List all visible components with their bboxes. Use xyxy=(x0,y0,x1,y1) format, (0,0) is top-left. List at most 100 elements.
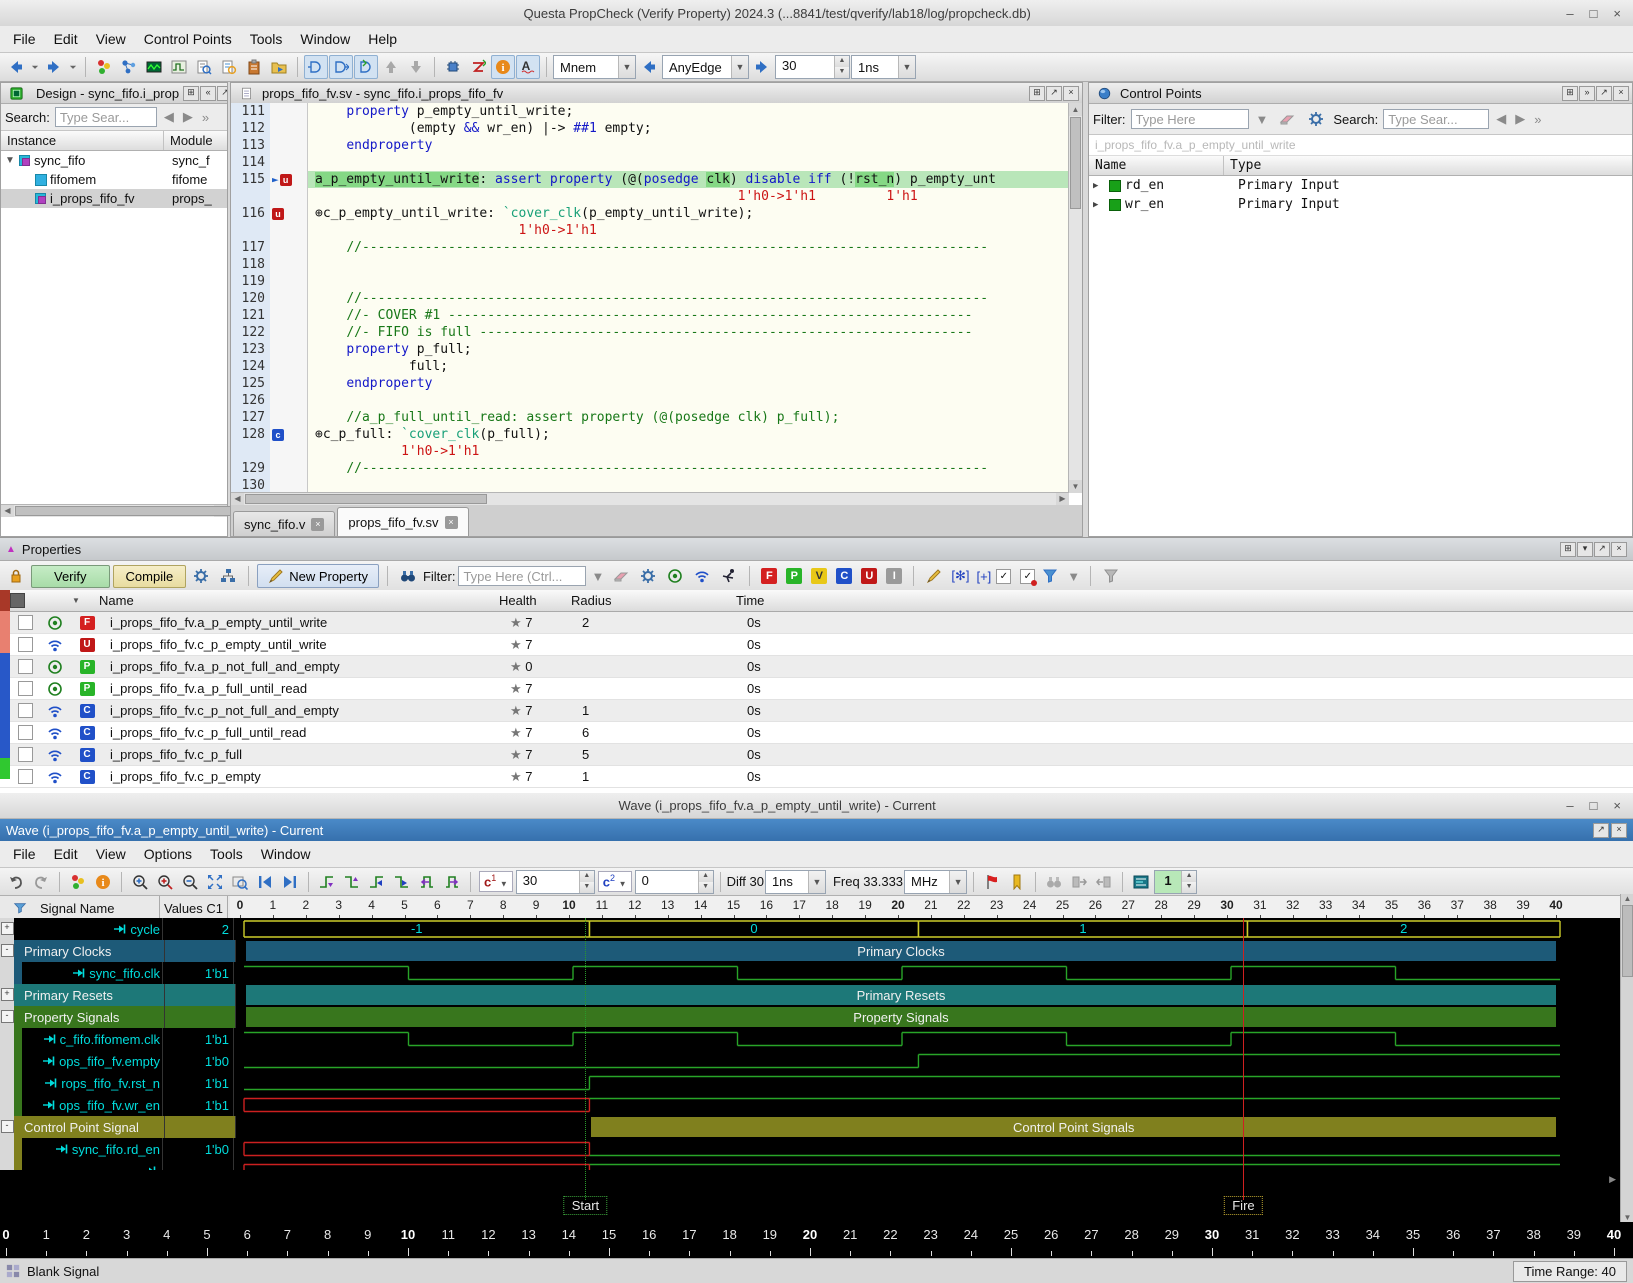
property-row[interactable]: Ci_props_fifo_fv.c_p_empty★ 710s xyxy=(0,766,1633,788)
assert-mode-icon[interactable] xyxy=(329,55,353,79)
transcript-icon[interactable] xyxy=(217,55,241,79)
expand-all-icon[interactable]: [✻] xyxy=(949,568,971,584)
collapse-icon[interactable]: - xyxy=(1,944,14,957)
netlist-icon[interactable] xyxy=(117,55,141,79)
dock-icon[interactable]: ⊞ xyxy=(183,86,199,101)
menu-file[interactable]: File xyxy=(4,27,45,51)
minimize-icon[interactable]: – xyxy=(1566,6,1573,21)
undo-icon[interactable] xyxy=(4,870,28,894)
zoom-fit-icon[interactable] xyxy=(203,870,227,894)
go-last-icon[interactable] xyxy=(278,870,302,894)
wave-group-row[interactable]: -Property SignalsProperty Signals xyxy=(0,1006,1620,1028)
editor-vscrollbar[interactable]: ▲▼ xyxy=(1068,103,1082,493)
property-row[interactable]: Pi_props_fifo_fv.a_p_full_until_read★ 70… xyxy=(0,678,1633,700)
scroll-down-icon[interactable]: ▼ xyxy=(1621,1213,1633,1222)
compile-button[interactable]: Compile xyxy=(113,565,187,588)
cp-search-prev-icon[interactable]: ◀ xyxy=(1494,111,1508,127)
page-spinner[interactable]: 1 ▲ ▼ xyxy=(1154,870,1197,894)
cp-search-input[interactable] xyxy=(1383,109,1489,129)
frequency-unit-select[interactable]: MHz▼ xyxy=(904,870,967,894)
lint-check-icon[interactable]: A xyxy=(516,55,540,79)
cursor1-time-spinner-steppers[interactable]: ▲ ▼ xyxy=(579,871,594,893)
info-icon[interactable]: i xyxy=(91,870,115,894)
wave-options-icon[interactable] xyxy=(1129,870,1153,894)
prev-edge-icon[interactable] xyxy=(415,870,439,894)
assume-mode-icon[interactable] xyxy=(304,55,328,79)
property-row[interactable]: Ui_props_fifo_fv.c_p_empty_until_write★ … xyxy=(0,634,1633,656)
bookmark-icon[interactable] xyxy=(1005,870,1029,894)
collapse-icon[interactable]: - xyxy=(1,1120,14,1133)
filter-more-icon[interactable]: ▼ xyxy=(1065,569,1082,584)
collapse-icon[interactable]: - xyxy=(1,1010,14,1023)
cp-expander-icon[interactable]: ▶ xyxy=(1093,200,1105,210)
prev-rise-icon[interactable] xyxy=(365,870,389,894)
reset-run-icon[interactable] xyxy=(466,55,490,79)
close-icon[interactable]: × xyxy=(1613,798,1621,813)
close-icon[interactable]: × xyxy=(1613,86,1629,101)
show-asserts-icon[interactable] xyxy=(663,564,687,588)
cycle-count-spinner-steppers[interactable]: ▲ ▼ xyxy=(834,56,849,78)
cp-search-next-icon[interactable]: ▶ xyxy=(1513,111,1527,127)
lock-icon[interactable] xyxy=(4,564,28,588)
signal-filter-icon[interactable] xyxy=(8,896,32,920)
signal-wave[interactable] xyxy=(233,1050,1624,1072)
tab-close-icon[interactable]: × xyxy=(445,516,458,529)
chevron-down-icon[interactable]: ▼ xyxy=(731,56,748,78)
spin-up-icon[interactable]: ▲ xyxy=(699,871,713,882)
move-down-icon[interactable] xyxy=(404,55,428,79)
flag-marker-icon[interactable] xyxy=(980,870,1004,894)
scroll-thumb[interactable] xyxy=(1622,905,1633,977)
select-all-checkbox[interactable]: ✓ xyxy=(996,569,1011,584)
cycle-count-spinner[interactable]: 30 ▲ ▼ xyxy=(775,55,850,79)
zoom-out-icon[interactable] xyxy=(178,870,202,894)
property-checkbox[interactable] xyxy=(18,637,33,652)
report-icon[interactable] xyxy=(242,55,266,79)
props-filter-options-icon[interactable] xyxy=(636,564,660,588)
open-run-icon[interactable] xyxy=(267,55,291,79)
property-checkbox[interactable] xyxy=(18,659,33,674)
clear-all-filter-icon[interactable] xyxy=(1099,564,1123,588)
wave-menu-options[interactable]: Options xyxy=(135,842,201,866)
redo-icon[interactable] xyxy=(29,870,53,894)
memory-view-icon[interactable] xyxy=(142,55,166,79)
fire-marker-label[interactable]: Fire xyxy=(1224,1196,1262,1215)
wave-signal-row[interactable]: c_fifo.fifomem.clk1'b1 xyxy=(0,1028,1620,1050)
find-in-design-icon[interactable] xyxy=(192,55,216,79)
wave-view-icon[interactable] xyxy=(167,55,191,79)
dock-icon[interactable]: ⊞ xyxy=(1562,86,1578,101)
expand-icon[interactable]: + xyxy=(1,922,14,935)
cursor2-badge[interactable]: c2 ▼ xyxy=(598,871,632,891)
filter-options-icon[interactable] xyxy=(1304,107,1328,131)
cp-search-more-icon[interactable]: » xyxy=(1532,112,1543,127)
undock-icon[interactable]: ↗ xyxy=(217,86,227,101)
scroll-right-icon[interactable]: ▶ xyxy=(1609,1174,1616,1185)
signal-wave[interactable]: Primary Clocks xyxy=(235,940,1620,962)
design-hscrollbar[interactable]: ◀▶ xyxy=(1,504,227,517)
chevron-down-icon[interactable]: ▼ xyxy=(808,871,825,893)
scroll-down-icon[interactable]: ▼ xyxy=(1069,480,1082,493)
property-checkbox[interactable] xyxy=(18,615,33,630)
signal-wave[interactable] xyxy=(233,1094,1624,1116)
scroll-left-icon[interactable]: ◀ xyxy=(1,505,14,517)
cp-filter-dropdown-icon[interactable]: ▼ xyxy=(1254,112,1271,127)
property-row[interactable]: Fi_props_fifo_fv.a_p_empty_until_write★ … xyxy=(0,612,1633,634)
tree-expander-icon[interactable]: ▼ xyxy=(5,155,19,166)
zoom-mode-icon[interactable] xyxy=(228,870,252,894)
settings-icon[interactable] xyxy=(189,564,213,588)
next-edge-button[interactable] xyxy=(750,55,774,79)
close-icon[interactable]: × xyxy=(1613,6,1621,21)
edit-property-icon[interactable] xyxy=(922,564,946,588)
wave-ruler[interactable]: 0123456789101112131415161718192021222324… xyxy=(230,896,1620,920)
scroll-right-icon[interactable]: ▶ xyxy=(1056,493,1069,505)
wave-group-row[interactable]: -Control Point SignalControl Point Signa… xyxy=(0,1116,1620,1138)
signal-wave[interactable] xyxy=(233,1160,1620,1170)
select-failed-checkbox[interactable]: ✓ xyxy=(1020,569,1035,584)
arrange-icon[interactable]: » xyxy=(1579,86,1595,101)
spin-down-icon[interactable]: ▼ xyxy=(835,67,849,78)
hierarchy-icon[interactable] xyxy=(216,564,240,588)
chevron-down-icon[interactable]: ▼ xyxy=(898,56,915,78)
apply-filter-icon[interactable] xyxy=(1038,564,1062,588)
property-checkbox[interactable] xyxy=(18,703,33,718)
property-row[interactable]: Ci_props_fifo_fv.c_p_full_until_read★ 76… xyxy=(0,722,1633,744)
close-icon[interactable]: × xyxy=(1611,542,1627,557)
